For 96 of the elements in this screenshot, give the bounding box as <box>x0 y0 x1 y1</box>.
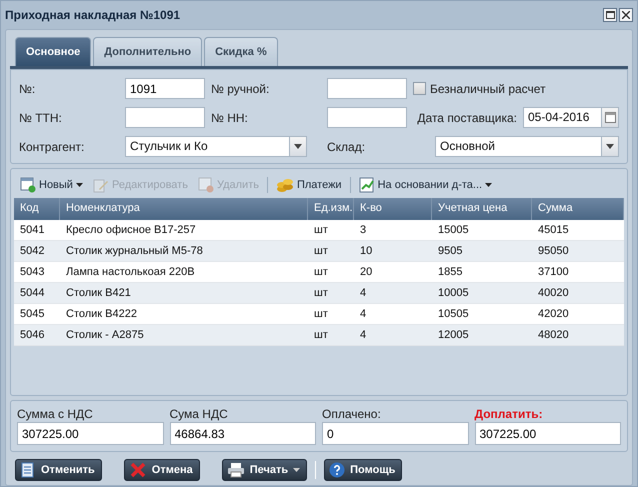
close-button[interactable] <box>619 8 633 22</box>
table-cell-text: шт <box>313 308 329 320</box>
dropdown-button[interactable] <box>289 137 306 156</box>
document-icon <box>20 462 36 478</box>
table-cell-text: Кресло офисное B17-257 <box>65 224 197 236</box>
action-button[interactable]: Отмена <box>124 459 200 481</box>
total-label: Сумма с НДС <box>17 407 94 421</box>
table-cell-text: шт <box>313 224 329 236</box>
chevron-down-icon <box>294 144 302 149</box>
table-cell-text: Столик журнальный M5-78 <box>65 245 204 257</box>
counterparty-dropdown[interactable]: Стульчик и Ко <box>125 136 307 157</box>
total-field[interactable]: 46864.83 <box>170 422 316 445</box>
table-cell-text: Столик B421 <box>65 287 132 299</box>
total-field[interactable]: 307225.00 <box>474 422 621 445</box>
table-cell-text: 5041 <box>19 224 46 236</box>
total-label: Оплачено: <box>322 407 382 421</box>
field-label: № ручной: <box>211 82 270 96</box>
table-cell-text: 1855 <box>437 266 464 278</box>
window-title: Приходная накладная №1091 <box>5 8 180 22</box>
chevron-down-icon <box>606 144 614 149</box>
table-cell-text: 3 <box>359 224 368 236</box>
table-cell-text: шт <box>313 245 329 257</box>
close-icon <box>622 11 630 19</box>
table-cell-text: 42020 <box>537 308 570 320</box>
tab[interactable]: Дополнительно <box>93 37 202 66</box>
table-cell-text: 48020 <box>537 329 570 341</box>
toolbar-button[interactable]: Платежи <box>274 177 344 193</box>
table-delete-icon <box>198 177 214 193</box>
dropdown-value: Стульчик и Ко <box>129 138 209 155</box>
caret-icon <box>293 468 300 472</box>
total-label: Доплатить: <box>474 407 544 421</box>
table-cell-text: Лампа настолькоая 220В <box>65 266 196 278</box>
table-cell-text: 40020 <box>537 287 570 299</box>
field-label: № ТТН: <box>19 110 63 124</box>
total-field[interactable]: 0 <box>322 422 468 445</box>
tab[interactable]: Скидка % <box>204 37 278 66</box>
table-add-icon <box>20 177 36 193</box>
table-cell-text: Столик - A2875 <box>65 329 145 341</box>
table-cell-text: 5045 <box>19 308 46 320</box>
date-value: 05-04-2016 <box>527 109 590 126</box>
help-icon <box>329 462 346 478</box>
table-cell-text: 10505 <box>437 308 470 320</box>
table-cell-text: 45015 <box>537 224 570 236</box>
table-cell-text: 95050 <box>537 245 570 257</box>
caret-icon <box>485 183 492 187</box>
table-cell-text: 4 <box>359 287 368 299</box>
table-cell-text: 37100 <box>537 266 570 278</box>
caret-icon <box>76 183 83 187</box>
action-button[interactable]: Отменить <box>15 459 102 481</box>
nn-field[interactable] <box>327 107 407 128</box>
ttn-field[interactable] <box>125 107 205 128</box>
chart-icon <box>358 177 375 193</box>
action-button[interactable]: Печать <box>222 459 308 481</box>
checkbox-label: Безналичный расчет <box>430 82 546 96</box>
date-field[interactable]: 05-04-2016 <box>523 107 619 128</box>
table-cell-text: 5043 <box>19 266 46 278</box>
manual-number-field[interactable] <box>327 78 407 99</box>
warehouse-dropdown[interactable]: Основной <box>435 136 619 157</box>
number-field[interactable]: 1091 <box>125 78 205 99</box>
table-cell-text: шт <box>313 287 329 299</box>
table-cell-text: шт <box>313 329 329 341</box>
checkbox[interactable] <box>413 82 426 95</box>
dropdown-value: Основной <box>439 138 496 155</box>
tab[interactable]: Основное <box>15 37 92 66</box>
table-cell-text: 10 <box>359 245 374 257</box>
table-cell-text: 15005 <box>437 224 470 236</box>
table-cell-text: 12005 <box>437 329 470 341</box>
table-cell-text: 9505 <box>437 245 464 257</box>
table-cell-text: 4 <box>359 329 368 341</box>
toolbar-button[interactable]: На основании д-та... <box>356 177 494 193</box>
toolbar-button[interactable]: Новый <box>18 177 85 193</box>
table-cell-text: 4 <box>359 308 368 320</box>
field-label: №: <box>19 82 36 96</box>
table-cell-text: 20 <box>359 266 374 278</box>
calendar-icon <box>604 112 616 123</box>
dropdown-button[interactable] <box>601 137 618 156</box>
table-cell-text: шт <box>313 266 329 278</box>
close-icon <box>128 462 147 478</box>
maximize-icon <box>606 11 614 19</box>
field-label: Склад: <box>327 140 366 154</box>
field-label: № НН: <box>211 110 249 124</box>
coins-icon <box>276 177 294 193</box>
printer-icon <box>226 462 245 478</box>
maximize-button[interactable] <box>603 8 617 22</box>
table-cell-text: 5044 <box>19 287 46 299</box>
calendar-button[interactable] <box>601 108 618 127</box>
field-label: Дата поставщика: <box>417 110 517 124</box>
action-button[interactable]: Помощь <box>324 459 402 481</box>
table-cell-text: 5042 <box>19 245 46 257</box>
table-cell-text: 10005 <box>437 287 470 299</box>
pencil-icon <box>92 177 109 193</box>
total-label: Сума НДС <box>170 407 229 421</box>
field-label: Контрагент: <box>19 140 86 154</box>
total-field[interactable]: 307225.00 <box>17 422 164 445</box>
table-cell-text: 5046 <box>19 329 46 341</box>
table-cell-text: Столик B4222 <box>65 308 138 320</box>
